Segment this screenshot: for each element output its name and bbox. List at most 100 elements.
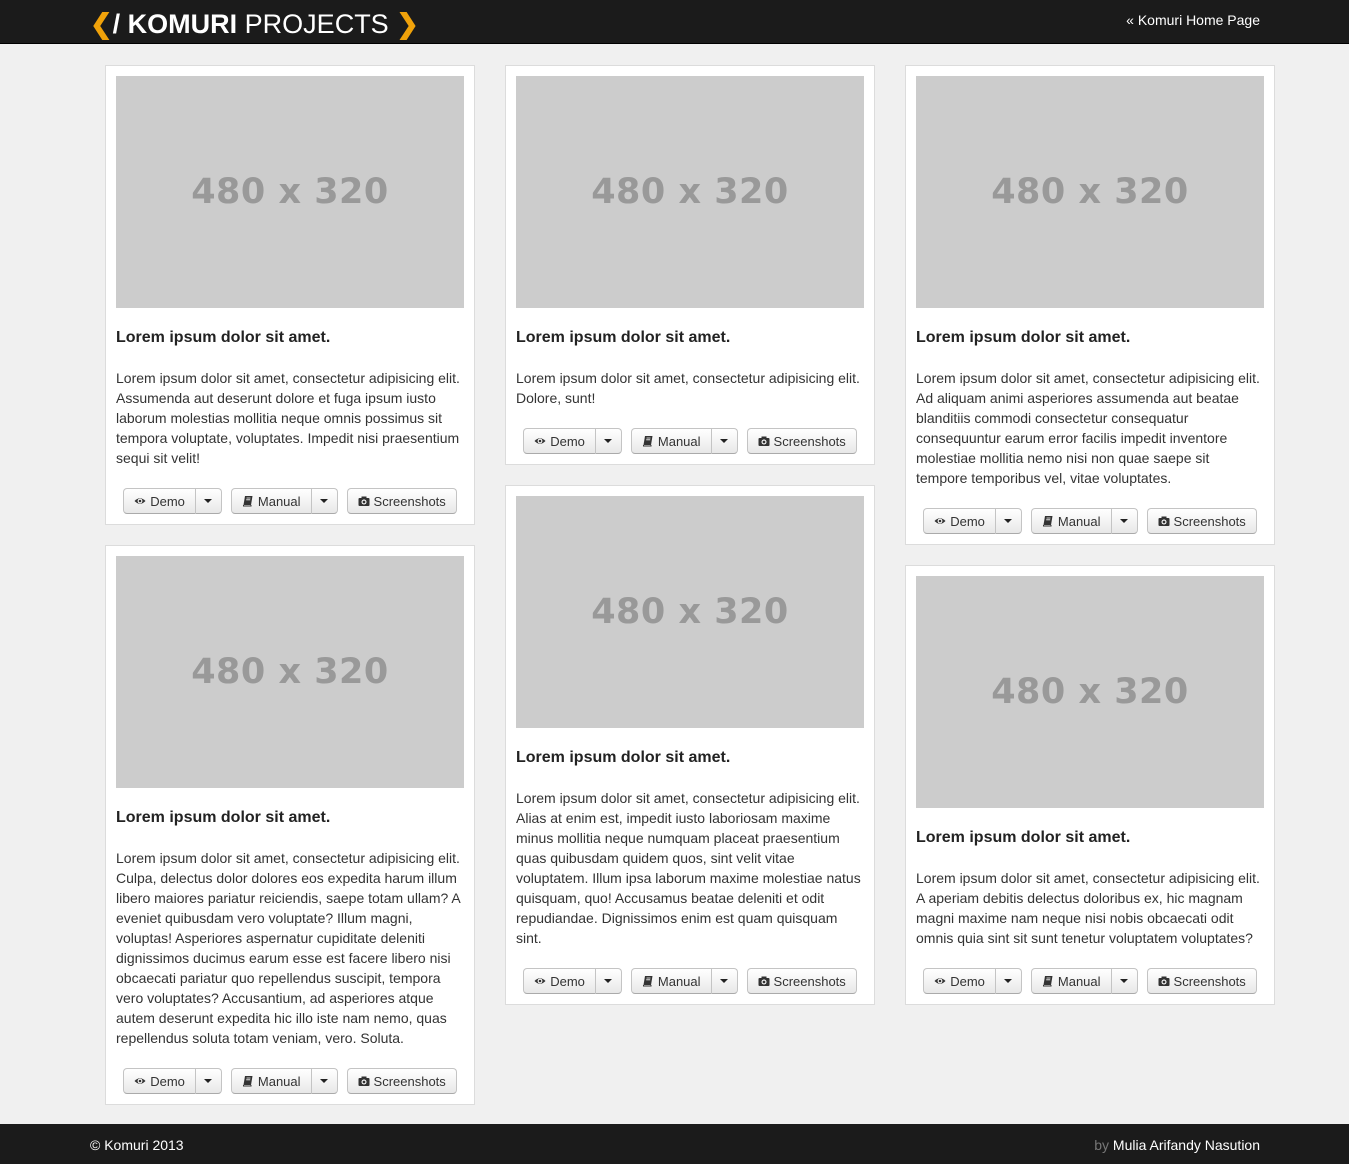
manual-button[interactable]: Manual xyxy=(230,1068,312,1094)
project-card: 480 x 320 Lorem ipsum dolor sit amet. Lo… xyxy=(505,65,875,465)
demo-dropdown-toggle[interactable] xyxy=(595,968,622,994)
manual-dropdown-toggle[interactable] xyxy=(1111,508,1138,534)
project-title: Lorem ipsum dolor sit amet. xyxy=(516,749,731,766)
project-thumbnail: 480 x 320 xyxy=(116,556,464,788)
manual-dropdown-toggle[interactable] xyxy=(711,968,738,994)
author-credit: by Mulia Arifandy Nasution xyxy=(1094,1137,1260,1153)
demo-button-label: Demo xyxy=(950,973,985,989)
demo-button-group: Demo xyxy=(923,508,1022,534)
brand-slash: / xyxy=(112,9,121,39)
screenshots-button[interactable]: Screenshots xyxy=(346,1068,457,1094)
project-thumbnail: 480 x 320 xyxy=(916,76,1264,308)
project-title: Lorem ipsum dolor sit amet. xyxy=(116,329,331,346)
manual-dropdown-toggle[interactable] xyxy=(311,1068,338,1094)
screenshots-button-label: Screenshots xyxy=(1173,973,1246,989)
screenshots-button[interactable]: Screenshots xyxy=(346,488,457,514)
manual-button-label: Manual xyxy=(657,973,701,989)
manual-button-label: Manual xyxy=(1057,973,1101,989)
eye-icon xyxy=(934,975,946,987)
author-name[interactable]: Mulia Arifandy Nasution xyxy=(1113,1137,1260,1153)
project-column-2: 480 x 320 Lorem ipsum dolor sit amet. Lo… xyxy=(505,65,875,1025)
camera-icon xyxy=(358,495,370,507)
manual-dropdown-toggle[interactable] xyxy=(311,488,338,514)
camera-icon xyxy=(1158,975,1170,987)
manual-button-group: Manual xyxy=(230,1068,338,1094)
book-icon xyxy=(642,435,654,447)
screenshots-button[interactable]: Screenshots xyxy=(1146,508,1257,534)
project-actions: Demo Manual Screenshots xyxy=(116,1068,464,1094)
project-thumbnail: 480 x 320 xyxy=(116,76,464,308)
project-column-3: 480 x 320 Lorem ipsum dolor sit amet. Lo… xyxy=(905,65,1275,1025)
screenshots-button[interactable]: Screenshots xyxy=(1146,968,1257,994)
thumbnail-placeholder-text: 480 x 320 xyxy=(591,592,789,632)
demo-button[interactable]: Demo xyxy=(923,968,996,994)
demo-button[interactable]: Demo xyxy=(123,1068,196,1094)
thumbnail-placeholder-text: 480 x 320 xyxy=(191,172,389,212)
manual-dropdown-toggle[interactable] xyxy=(1111,968,1138,994)
demo-button[interactable]: Demo xyxy=(523,968,596,994)
manual-button-label: Manual xyxy=(257,493,301,509)
eye-icon xyxy=(134,1075,146,1087)
manual-button-group: Manual xyxy=(1030,968,1138,994)
screenshots-button-label: Screenshots xyxy=(773,973,846,989)
manual-button[interactable]: Manual xyxy=(1030,508,1112,534)
eye-icon xyxy=(534,975,546,987)
camera-icon xyxy=(758,975,770,987)
caret-down-icon xyxy=(204,499,213,503)
caret-down-icon xyxy=(720,979,729,983)
screenshots-button[interactable]: Screenshots xyxy=(746,968,857,994)
camera-icon xyxy=(758,435,770,447)
project-title: Lorem ipsum dolor sit amet. xyxy=(916,329,1131,346)
manual-button-group: Manual xyxy=(630,968,738,994)
caret-down-icon xyxy=(1120,519,1129,523)
project-description: Lorem ipsum dolor sit amet, consectetur … xyxy=(916,370,1260,486)
manual-button-group: Manual xyxy=(630,428,738,454)
thumbnail-placeholder-text: 480 x 320 xyxy=(991,672,1189,712)
screenshots-button[interactable]: Screenshots xyxy=(746,428,857,454)
demo-button[interactable]: Demo xyxy=(123,488,196,514)
demo-button-group: Demo xyxy=(123,1068,222,1094)
book-icon xyxy=(242,495,254,507)
caret-down-icon xyxy=(604,439,613,443)
caret-down-icon xyxy=(604,979,613,983)
brand-open-chevron: ❮ xyxy=(90,9,113,39)
caret-down-icon xyxy=(204,1079,213,1083)
camera-icon xyxy=(1158,515,1170,527)
demo-dropdown-toggle[interactable] xyxy=(595,428,622,454)
demo-button[interactable]: Demo xyxy=(923,508,996,534)
demo-dropdown-toggle[interactable] xyxy=(195,488,222,514)
project-thumbnail: 480 x 320 xyxy=(516,76,864,308)
home-page-link[interactable]: « Komuri Home Page xyxy=(1126,12,1260,28)
manual-button[interactable]: Manual xyxy=(230,488,312,514)
copyright-text: © Komuri 2013 xyxy=(90,1137,184,1153)
manual-button[interactable]: Manual xyxy=(630,428,712,454)
project-description: Lorem ipsum dolor sit amet, consectetur … xyxy=(116,850,460,1046)
project-description: Lorem ipsum dolor sit amet, consectetur … xyxy=(516,790,861,946)
manual-button-label: Manual xyxy=(657,433,701,449)
caret-down-icon xyxy=(1004,519,1013,523)
project-actions: Demo Manual Screenshots xyxy=(516,428,864,454)
demo-button-label: Demo xyxy=(550,973,585,989)
thumbnail-placeholder-text: 480 x 320 xyxy=(191,652,389,692)
brand-logo[interactable]: ❮/ KOMURI PROJECTS ❯ xyxy=(90,9,419,39)
project-card: 480 x 320 Lorem ipsum dolor sit amet. Lo… xyxy=(905,65,1275,545)
project-title: Lorem ipsum dolor sit amet. xyxy=(116,809,331,826)
demo-dropdown-toggle[interactable] xyxy=(995,968,1022,994)
footer: © Komuri 2013 by Mulia Arifandy Nasution xyxy=(0,1124,1349,1164)
eye-icon xyxy=(134,495,146,507)
caret-down-icon xyxy=(1004,979,1013,983)
brand-bold-text: KOMURI xyxy=(127,9,238,39)
demo-dropdown-toggle[interactable] xyxy=(995,508,1022,534)
eye-icon xyxy=(934,515,946,527)
demo-dropdown-toggle[interactable] xyxy=(195,1068,222,1094)
manual-button[interactable]: Manual xyxy=(1030,968,1112,994)
manual-dropdown-toggle[interactable] xyxy=(711,428,738,454)
manual-button[interactable]: Manual xyxy=(630,968,712,994)
demo-button-label: Demo xyxy=(550,433,585,449)
project-actions: Demo Manual Screenshots xyxy=(116,488,464,514)
project-actions: Demo Manual Screenshots xyxy=(916,968,1264,994)
screenshots-button-label: Screenshots xyxy=(373,1073,446,1089)
demo-button[interactable]: Demo xyxy=(523,428,596,454)
project-title: Lorem ipsum dolor sit amet. xyxy=(516,329,731,346)
project-thumbnail: 480 x 320 xyxy=(516,496,864,728)
